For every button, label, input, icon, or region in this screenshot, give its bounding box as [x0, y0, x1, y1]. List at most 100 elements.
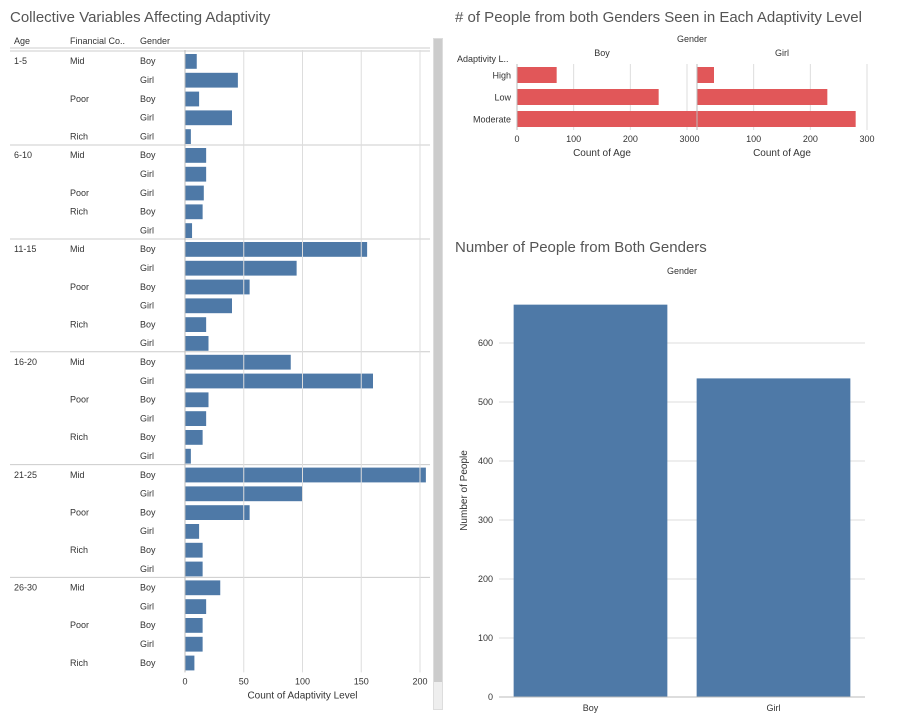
- financial-label: Rich: [70, 432, 88, 442]
- bar[interactable]: [185, 204, 203, 219]
- financial-label: Poor: [70, 187, 89, 197]
- y-tick: 300: [478, 515, 493, 525]
- age-label: 6-10: [14, 150, 32, 160]
- gender-label: Boy: [140, 319, 156, 329]
- bar[interactable]: [185, 91, 199, 106]
- gender-label: Girl: [140, 488, 154, 498]
- scrollbar[interactable]: [433, 38, 443, 710]
- gender-label: Girl: [140, 563, 154, 573]
- bar[interactable]: [185, 185, 204, 200]
- bar[interactable]: [185, 54, 197, 69]
- bar[interactable]: [517, 67, 557, 83]
- gender-label: Boy: [140, 582, 156, 592]
- x-axis-label: Count of Adaptivity Level: [247, 690, 357, 701]
- financial-label: Mid: [70, 56, 85, 66]
- bar[interactable]: [185, 580, 220, 595]
- gender-label: Girl: [140, 75, 154, 85]
- x-tick: 200: [412, 676, 427, 686]
- bar[interactable]: [185, 505, 250, 520]
- gender-label: Girl: [140, 451, 154, 461]
- column-header: Gender: [140, 36, 170, 46]
- financial-label: Poor: [70, 507, 89, 517]
- bar[interactable]: [185, 542, 203, 557]
- bar[interactable]: [185, 392, 209, 407]
- bar[interactable]: [185, 636, 203, 651]
- age-label: 16-20: [14, 357, 37, 367]
- bar[interactable]: [185, 110, 232, 125]
- gender-label: Boy: [140, 93, 156, 103]
- bar[interactable]: [185, 354, 291, 369]
- bar[interactable]: [697, 111, 856, 127]
- chart-collective-variables[interactable]: AgeFinancial Co..Gender1-5MidBoyGirlPoor…: [10, 32, 440, 712]
- x-axis-label: Count of Age: [573, 148, 631, 159]
- facet-dim-label: Gender: [677, 34, 707, 44]
- y-tick: 0: [488, 692, 493, 702]
- bar[interactable]: [697, 67, 714, 83]
- bar[interactable]: [185, 336, 209, 351]
- financial-label: Rich: [70, 131, 88, 141]
- gender-label: Girl: [140, 300, 154, 310]
- financial-label: Rich: [70, 545, 88, 555]
- bar[interactable]: [185, 467, 426, 482]
- x-tick: 0: [182, 676, 187, 686]
- gender-label: Boy: [140, 394, 156, 404]
- bar[interactable]: [185, 448, 191, 463]
- x-tick: 200: [623, 134, 638, 144]
- chart-title: Number of People from Both Genders: [455, 238, 891, 258]
- bar[interactable]: [185, 298, 232, 313]
- bar[interactable]: [185, 561, 203, 576]
- financial-label: Mid: [70, 582, 85, 592]
- financial-label: Mid: [70, 150, 85, 160]
- gender-label: Girl: [140, 338, 154, 348]
- bar[interactable]: [185, 223, 192, 238]
- gender-label: Boy: [140, 469, 156, 479]
- financial-label: Poor: [70, 93, 89, 103]
- row-dim-label: Adaptivity L..: [457, 54, 509, 64]
- bar[interactable]: [185, 260, 297, 275]
- x-tick: 150: [354, 676, 369, 686]
- financial-label: Mid: [70, 244, 85, 254]
- gender-label: Boy: [140, 244, 156, 254]
- age-label: 21-25: [14, 469, 37, 479]
- bar[interactable]: [185, 430, 203, 445]
- bar[interactable]: [185, 279, 250, 294]
- column-header: Financial Co..: [70, 36, 125, 46]
- bar[interactable]: [185, 599, 206, 614]
- bar[interactable]: [185, 373, 373, 388]
- bar[interactable]: [185, 655, 194, 670]
- bar[interactable]: [185, 411, 206, 426]
- bar[interactable]: [697, 378, 851, 697]
- bar[interactable]: [514, 304, 668, 696]
- gender-label: Girl: [140, 169, 154, 179]
- bar[interactable]: [697, 89, 827, 105]
- bar[interactable]: [185, 618, 203, 633]
- financial-label: Rich: [70, 319, 88, 329]
- x-tick: 300: [679, 134, 694, 144]
- bar[interactable]: [185, 148, 206, 163]
- chart-adaptivity-by-gender[interactable]: GenderAdaptivity L..Boy0100200300HighLow…: [455, 32, 880, 212]
- bar[interactable]: [185, 129, 191, 144]
- financial-label: Rich: [70, 657, 88, 667]
- category-label: High: [492, 70, 511, 80]
- bar[interactable]: [185, 166, 206, 181]
- gender-label: Boy: [140, 507, 156, 517]
- bar[interactable]: [517, 111, 715, 127]
- bar[interactable]: [185, 72, 238, 87]
- chart-people-by-gender[interactable]: Gender0100200300400500600Number of Peopl…: [455, 262, 880, 717]
- gender-label: Boy: [140, 150, 156, 160]
- gender-label: Boy: [140, 545, 156, 555]
- gender-label: Boy: [140, 357, 156, 367]
- facet-label: Boy: [594, 48, 610, 58]
- gender-label: Girl: [140, 263, 154, 273]
- bar[interactable]: [185, 242, 367, 257]
- column-header: Age: [14, 36, 30, 46]
- dashboard: # of People from both Genders Seen in Ea…: [0, 0, 901, 720]
- scroll-thumb[interactable]: [434, 39, 442, 682]
- age-label: 11-15: [14, 244, 36, 254]
- bar[interactable]: [185, 317, 206, 332]
- gender-label: Girl: [140, 187, 154, 197]
- chart-title: Collective Variables Affecting Adaptivit…: [10, 8, 435, 28]
- bar[interactable]: [517, 89, 659, 105]
- x-tick: 300: [859, 134, 874, 144]
- bar[interactable]: [185, 524, 199, 539]
